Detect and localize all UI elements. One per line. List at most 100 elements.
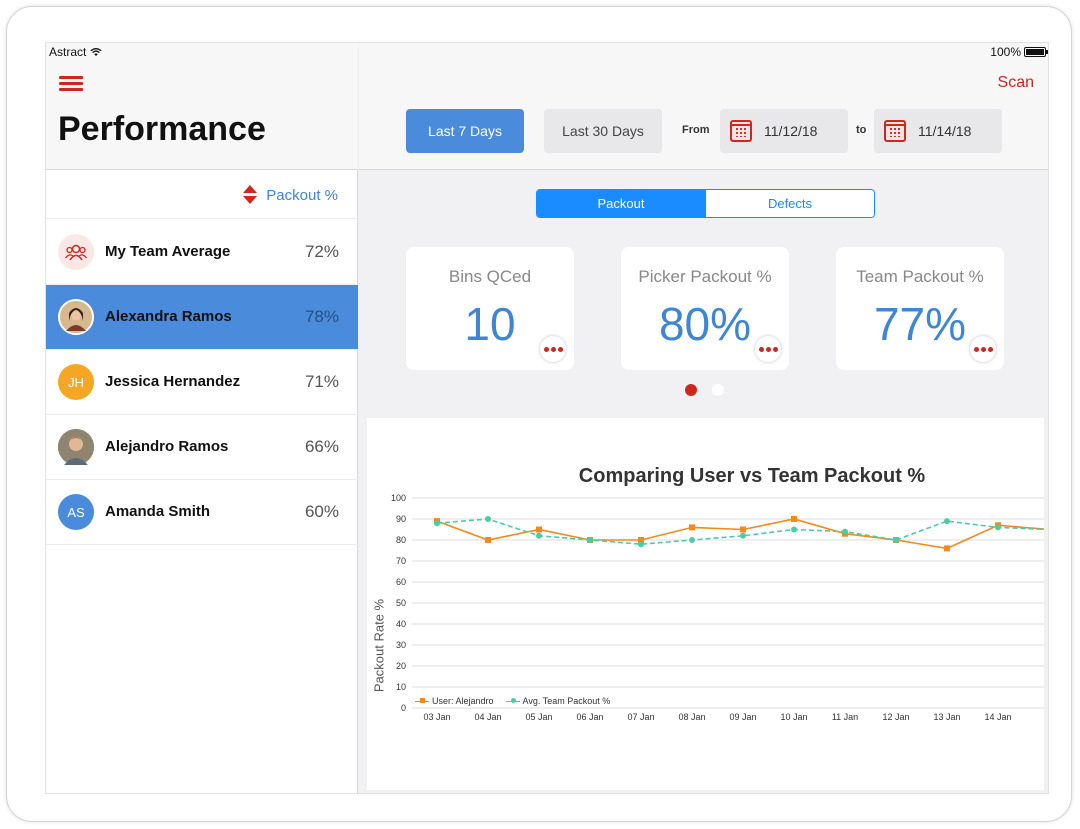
calendar-icon <box>884 120 906 142</box>
battery-percent: 100% <box>990 45 1021 59</box>
team-row-name: Alejandro Ramos <box>105 438 229 455</box>
x-tick-label: 09 Jan <box>729 712 756 722</box>
carrier-name: Astract <box>49 45 87 59</box>
filter-header: Scan Last 7 Days Last 30 Days From 11/12… <box>359 43 1048 170</box>
more-options-icon[interactable] <box>755 336 781 362</box>
user-photo-avatar <box>58 429 94 465</box>
menu-icon[interactable] <box>59 76 83 92</box>
initials-avatar: JH <box>58 364 94 400</box>
team-list: My Team Average 72% Alexandra Ramos 78% … <box>46 220 358 545</box>
page-indicator <box>685 384 724 396</box>
metric-card-picker-packout: Picker Packout % 80% <box>621 247 789 370</box>
series-line-user <box>436 518 1044 550</box>
team-panel: Performance Packout % My Team Average 72… <box>46 43 358 793</box>
x-tick-label: 12 Jan <box>882 712 909 722</box>
calendar-icon <box>730 120 752 142</box>
to-date-picker[interactable]: 11/14/18 <box>874 109 1002 153</box>
legend-item-user[interactable]: User: Alejandro <box>415 696 494 706</box>
data-point-user <box>791 516 797 522</box>
last-7-days-button[interactable]: Last 7 Days <box>406 109 524 153</box>
scan-button[interactable]: Scan <box>998 74 1034 92</box>
metric-card-title: Bins QCed <box>448 267 532 286</box>
data-point-team <box>587 537 593 543</box>
data-point-user <box>485 537 491 543</box>
data-point-team <box>740 532 746 539</box>
data-point-team <box>842 528 848 535</box>
team-row-jessica[interactable]: JH Jessica Hernandez 71% <box>46 350 358 415</box>
x-tick-label: 11 Jan <box>832 712 858 722</box>
y-tick-label: 90 <box>396 514 406 524</box>
sort-button[interactable]: Packout % <box>242 185 338 205</box>
battery-level <box>1026 49 1044 55</box>
team-row-pct: 60% <box>304 502 339 521</box>
data-point-user <box>740 526 746 533</box>
tab-packout[interactable]: Packout <box>537 190 705 217</box>
y-tick-label: 60 <box>396 577 406 587</box>
to-label: to <box>856 124 867 136</box>
x-tick-label: 04 Jan <box>474 712 501 722</box>
team-row-pct: 71% <box>304 372 339 391</box>
team-icon <box>58 234 94 270</box>
team-row-pct: 66% <box>304 437 339 456</box>
data-point-team <box>893 537 899 543</box>
team-row-alexandra[interactable]: Alexandra Ramos 78% <box>46 285 358 350</box>
page-dot-active[interactable] <box>685 384 697 396</box>
tab-defects[interactable]: Defects <box>705 190 874 217</box>
metric-card-title: Picker Packout % <box>638 267 772 286</box>
x-tick-label: 07 Jan <box>627 712 654 722</box>
team-row-name: Jessica Hernandez <box>105 373 241 390</box>
more-options-icon[interactable] <box>540 336 566 362</box>
data-point-team <box>485 516 491 522</box>
data-point-user <box>689 524 695 531</box>
team-row-amanda[interactable]: AS Amanda Smith 60% <box>46 480 358 545</box>
user-photo-avatar <box>58 299 94 335</box>
y-axis-label-wrap: Packout Rate % <box>371 598 387 698</box>
from-date-picker[interactable]: 11/12/18 <box>720 109 848 153</box>
chart-title: Comparing User vs Team Packout % <box>578 465 926 487</box>
metric-card-bins-qced: Bins QCed 10 <box>406 247 574 370</box>
team-row-alejandro[interactable]: Alejandro Ramos 66% <box>46 415 358 480</box>
data-point-team <box>944 518 950 525</box>
more-options-icon[interactable] <box>970 336 996 362</box>
chart-panel: 0 10 20 30 40 50 60 70 80 90 100 03 Jan 04 Jan 05 Jan… <box>367 418 1044 790</box>
left-header: Performance <box>46 43 358 170</box>
data-point-team <box>434 520 440 527</box>
team-row-name: Amanda Smith <box>105 503 211 520</box>
x-tick-label: 10 Jan <box>780 712 807 722</box>
from-date-value: 11/12/18 <box>764 123 818 139</box>
y-tick-label: 30 <box>396 640 406 650</box>
page-dot[interactable] <box>712 384 724 396</box>
metric-card-title: Team Packout % <box>856 267 984 286</box>
battery-icon <box>1024 47 1048 57</box>
y-tick-label: 40 <box>396 619 406 629</box>
wifi-icon <box>90 47 102 56</box>
main-panel: Scan Last 7 Days Last 30 Days From 11/12… <box>359 43 1048 793</box>
metric-segmented-control: Packout Defects <box>536 189 875 218</box>
legend-label: Avg. Team Packout % <box>522 696 611 706</box>
team-row-name: My Team Average <box>105 243 231 260</box>
from-label: From <box>682 124 710 136</box>
y-tick-label: 0 <box>401 703 406 713</box>
legend-item-team[interactable]: Avg. Team Packout % <box>505 696 611 706</box>
team-row-pct: 72% <box>304 242 339 261</box>
y-tick-label: 70 <box>396 556 406 566</box>
legend-swatch <box>505 698 520 704</box>
data-point-team <box>638 541 644 548</box>
chart-legend: User: Alejandro Avg. Team Packout % <box>415 696 610 706</box>
carrier: Astract <box>49 45 102 59</box>
device-frame: Performance Packout % My Team Average 72… <box>6 6 1072 822</box>
x-tick-label: 14 Jan <box>984 712 1011 722</box>
legend-label: User: Alejandro <box>432 696 494 706</box>
data-point-team <box>536 532 542 539</box>
team-row-pct: 78% <box>304 307 339 326</box>
x-tick-label: 13 Jan <box>933 712 960 722</box>
to-date-value: 11/14/18 <box>918 123 972 139</box>
last-30-days-button[interactable]: Last 30 Days <box>544 109 662 153</box>
team-row-name: Alexandra Ramos <box>105 308 232 325</box>
y-tick-label: 50 <box>396 598 406 608</box>
team-row-average[interactable]: My Team Average 72% <box>46 220 358 285</box>
data-point-user <box>944 545 950 552</box>
sort-arrows-icon <box>242 185 258 205</box>
data-point-team <box>689 537 695 543</box>
x-tick-label: 05 Jan <box>525 712 552 722</box>
